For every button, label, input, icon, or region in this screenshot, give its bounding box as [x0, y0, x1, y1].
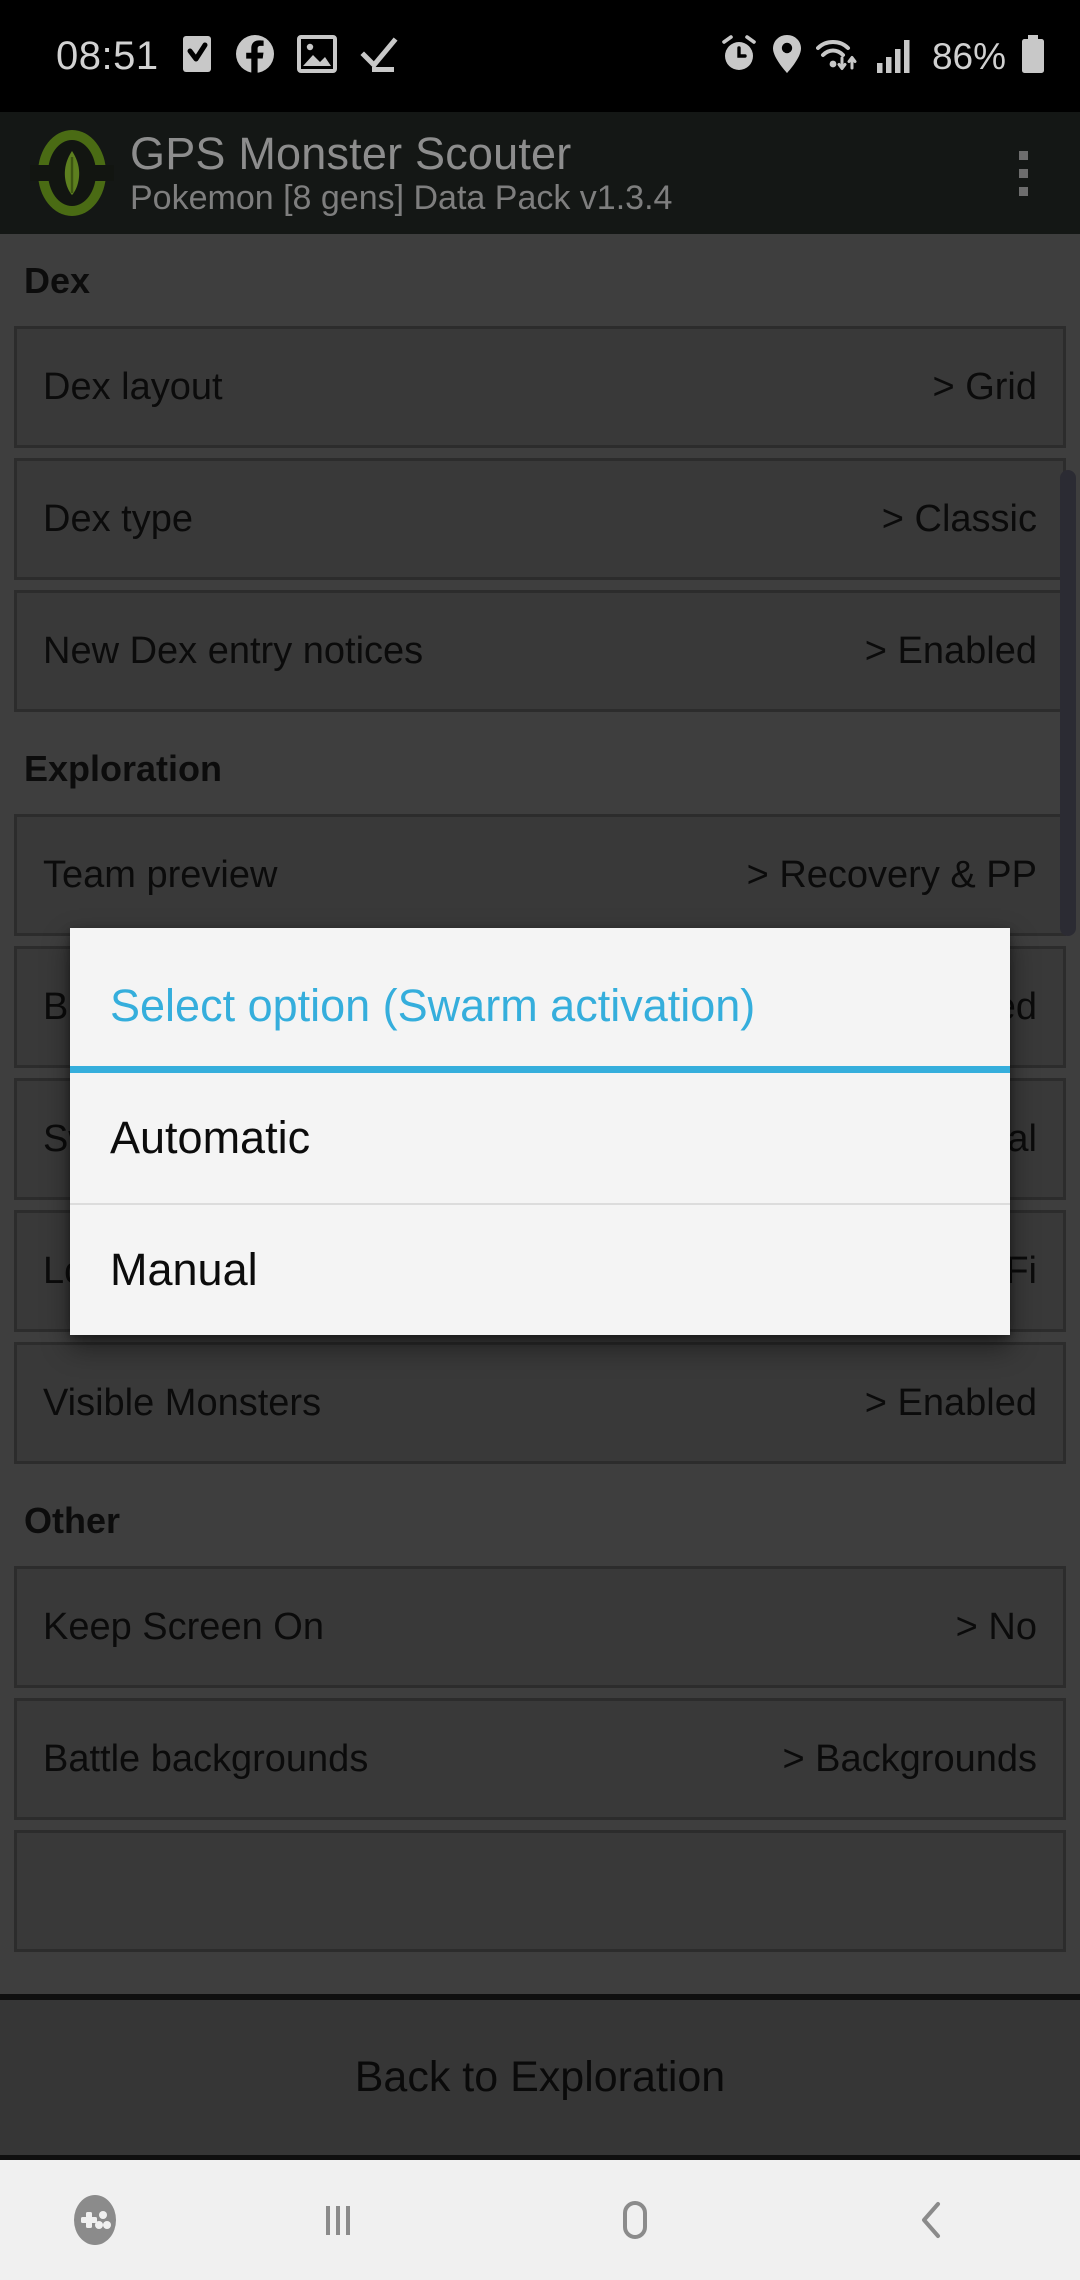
- status-bar-right: 86%: [720, 34, 1046, 79]
- pref-value: > Grid: [932, 365, 1037, 408]
- pref-value: > Enabled: [864, 1381, 1037, 1424]
- pref-row-team-preview[interactable]: Team preview > Recovery & PP: [14, 814, 1066, 936]
- system-navigation-bar: [0, 2160, 1080, 2280]
- app-logo-icon: [26, 127, 118, 219]
- dialog-option-automatic[interactable]: Automatic: [70, 1073, 1010, 1203]
- pref-row-new-dex-entry-notices[interactable]: New Dex entry notices > Enabled: [14, 590, 1066, 712]
- pref-value: > Backgrounds: [782, 1737, 1037, 1780]
- overflow-menu-icon[interactable]: [988, 127, 1058, 219]
- battery-percent-label: 86%: [931, 35, 1006, 77]
- status-clock: 08:51: [56, 34, 159, 78]
- alarm-icon: [720, 34, 758, 79]
- back-to-exploration-label: Back to Exploration: [354, 2053, 726, 2101]
- battery-icon: [1020, 34, 1046, 79]
- app-subtitle: Pokemon [8 gens] Data Pack v1.3.4: [130, 178, 673, 217]
- back-icon[interactable]: [783, 2160, 1080, 2280]
- pref-title: Keep Screen On: [43, 1605, 324, 1648]
- phone-screen: Dex Dex layout > Grid Dex type > Classic…: [0, 0, 1080, 2280]
- facebook-icon: [235, 34, 275, 79]
- pref-title: New Dex entry notices: [43, 629, 424, 672]
- status-bar-left: 08:51: [56, 34, 720, 79]
- pref-value: > Enabled: [864, 629, 1037, 672]
- gamepad-icon[interactable]: [0, 2160, 190, 2280]
- pref-row-battle-backgrounds[interactable]: Battle backgrounds > Backgrounds: [14, 1698, 1066, 1820]
- tasks-checkbox-icon: [181, 34, 213, 79]
- pref-title: Team preview: [43, 853, 278, 896]
- group-header-exploration: Exploration: [24, 748, 223, 789]
- pref-value: > Recovery & PP: [746, 853, 1037, 896]
- group-header-other: Other: [24, 1500, 121, 1541]
- select-option-dialog: Select option (Swarm activation) Automat…: [70, 928, 1010, 1335]
- dialog-title: Select option (Swarm activation): [110, 980, 756, 1031]
- recents-icon[interactable]: [190, 2160, 487, 2280]
- pref-title: Dex layout: [43, 365, 223, 408]
- status-bar: 08:51 86%: [0, 0, 1080, 112]
- back-to-exploration-button[interactable]: Back to Exploration: [0, 1994, 1080, 2160]
- app-bar: GPS Monster Scouter Pokemon [8 gens] Dat…: [0, 112, 1080, 234]
- signal-bars-icon: [876, 34, 912, 79]
- pref-value: > Classic: [881, 497, 1037, 540]
- pref-title: Battle backgrounds: [43, 1737, 369, 1780]
- app-title-block: GPS Monster Scouter Pokemon [8 gens] Dat…: [130, 127, 988, 217]
- dialog-title-divider: [70, 1066, 1010, 1073]
- pref-value: > No: [955, 1605, 1037, 1648]
- app-title: GPS Monster Scouter: [130, 127, 572, 179]
- home-icon[interactable]: [487, 2160, 784, 2280]
- pref-row-partial[interactable]: [14, 1830, 1066, 1952]
- pref-row-dex-type[interactable]: Dex type > Classic: [14, 458, 1066, 580]
- group-header-dex: Dex: [24, 260, 91, 301]
- pref-row-keep-screen-on[interactable]: Keep Screen On > No: [14, 1566, 1066, 1688]
- pref-row-visible-monsters[interactable]: Visible Monsters > Enabled: [14, 1342, 1066, 1464]
- check-underline-icon: [359, 34, 399, 79]
- pref-title: Dex type: [43, 497, 193, 540]
- location-pin-icon: [772, 34, 802, 79]
- gallery-image-icon: [296, 34, 337, 78]
- pref-title: Visible Monsters: [43, 1381, 322, 1424]
- dialog-option-manual[interactable]: Manual: [70, 1205, 1010, 1335]
- pref-row-dex-layout[interactable]: Dex layout > Grid: [14, 326, 1066, 448]
- vertical-scrollbar-thumb[interactable]: [1060, 470, 1076, 936]
- wifi-transfer-icon: [815, 34, 862, 79]
